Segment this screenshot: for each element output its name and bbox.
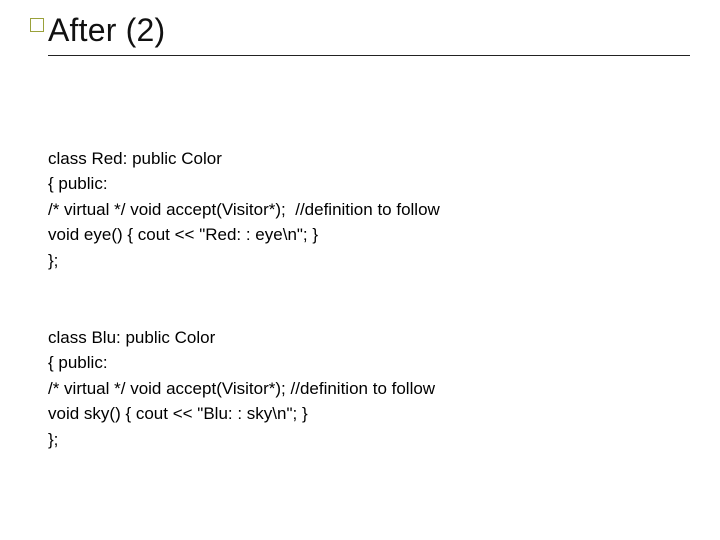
code-line: /* virtual */ void accept(Visitor*); //d…	[48, 200, 440, 219]
code-line: };	[48, 430, 58, 449]
code-line: class Red: public Color	[48, 149, 222, 168]
title-area: After (2)	[48, 12, 690, 56]
body-content: class Red: public Color { public: /* vir…	[48, 120, 672, 478]
title-underline	[48, 55, 690, 56]
code-line: };	[48, 251, 58, 270]
slide: After (2) class Red: public Color { publ…	[0, 0, 720, 540]
page-title: After (2)	[48, 12, 690, 49]
code-line: { public:	[48, 174, 108, 193]
code-line: { public:	[48, 353, 108, 372]
code-line: void eye() { cout << "Red: : eye\n"; }	[48, 225, 318, 244]
code-block-red: class Red: public Color { public: /* vir…	[48, 120, 672, 273]
accent-square	[30, 18, 44, 32]
code-block-blu: class Blu: public Color { public: /* vir…	[48, 299, 672, 452]
code-line: /* virtual */ void accept(Visitor*); //d…	[48, 379, 435, 398]
code-line: void sky() { cout << "Blu: : sky\n"; }	[48, 404, 308, 423]
code-line: class Blu: public Color	[48, 328, 215, 347]
